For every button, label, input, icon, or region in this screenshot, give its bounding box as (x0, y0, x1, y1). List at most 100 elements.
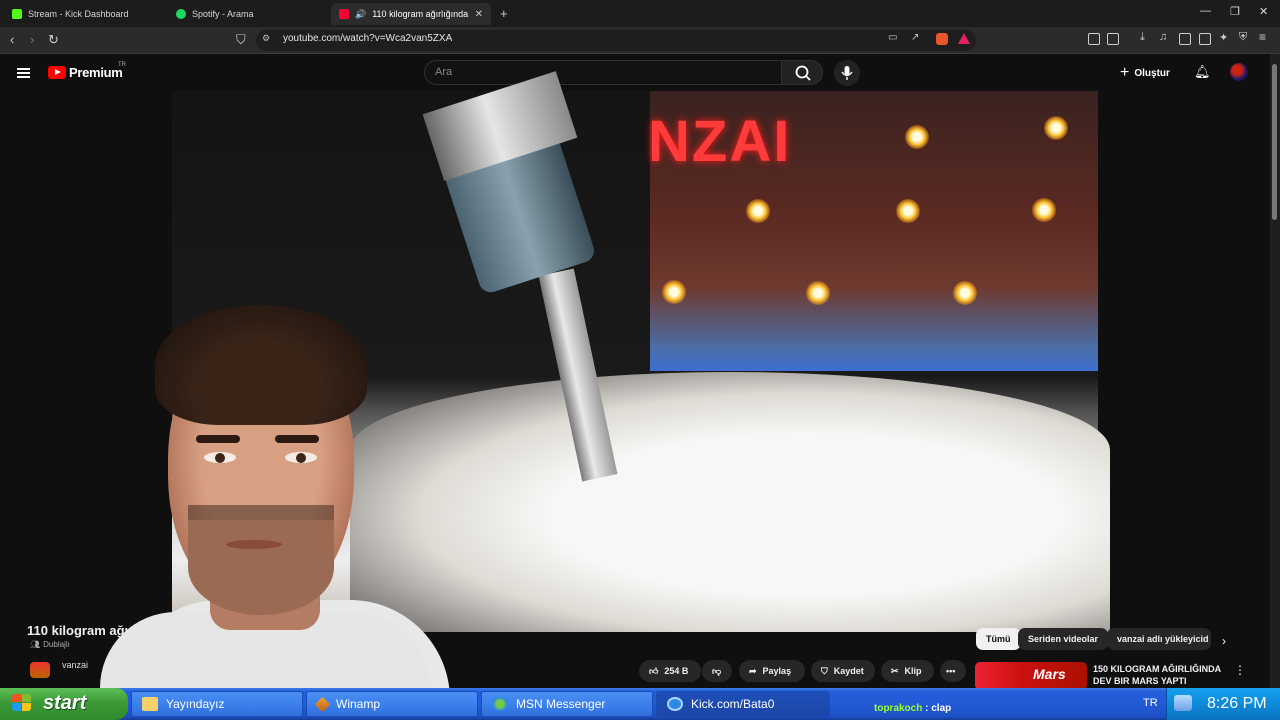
dubbed-label: Dublajlı (43, 640, 70, 649)
media-icon[interactable]: ♫ (1159, 31, 1167, 43)
search-button[interactable] (781, 60, 823, 85)
recommended-thumbnail[interactable]: Mars (975, 662, 1087, 690)
leo-ai-icon[interactable]: ✦ (1219, 31, 1228, 44)
forward-icon[interactable]: › (30, 33, 34, 47)
youtube-logo-icon[interactable] (48, 66, 66, 79)
vpn-icon[interactable]: ⛨ (1239, 31, 1247, 44)
window-close-icon[interactable]: ✕ (1259, 5, 1268, 18)
like-button[interactable]: 👍︎ 254 B (639, 660, 701, 682)
tab-label: Spotify - Arama (192, 9, 254, 19)
url-text[interactable]: youtube.com/watch?v=Wca2van5ZXA (283, 33, 452, 44)
video-light-bulb (806, 281, 830, 305)
search-icon (795, 65, 811, 81)
tab-label: Stream - Kick Dashboard (28, 9, 129, 19)
dislike-button[interactable]: 👎︎ (702, 660, 732, 682)
back-icon[interactable]: ‹ (10, 33, 14, 47)
thumbs-down-icon: 👎︎ (712, 665, 722, 676)
chevron-right-icon[interactable]: › (1222, 634, 1226, 648)
extensions-icon[interactable] (1088, 33, 1100, 45)
wallet-icon[interactable] (1199, 33, 1211, 45)
video-light-bulb (746, 199, 770, 223)
youtube-favicon-icon (339, 9, 349, 19)
search-input[interactable]: Ara (424, 60, 782, 85)
minimize-icon[interactable]: — (1200, 5, 1211, 17)
clock[interactable]: 8:26 PM (1207, 695, 1267, 713)
streamer-brow (275, 435, 319, 443)
streamer-mouth-overlay (226, 540, 282, 549)
scrollbar-thumb[interactable] (1272, 64, 1277, 220)
account-avatar[interactable] (1230, 63, 1248, 81)
tab-kick-dashboard[interactable]: Stream - Kick Dashboard (4, 3, 166, 25)
chat-separator: : (922, 703, 932, 714)
chip-uploader[interactable]: vanzai adlı yükleyicid (1107, 628, 1211, 650)
taskbar-item-label: Kick.com/Bata0 (691, 697, 775, 711)
taskbar-item-label: Winamp (336, 697, 381, 711)
more-actions-button[interactable]: ••• (940, 660, 966, 682)
video-light-bulb (1032, 198, 1056, 222)
video-light-bulb (896, 199, 920, 223)
dubbed-badge: 👥︎ Dublajlı (30, 640, 70, 649)
new-tab-button[interactable]: + (500, 6, 508, 21)
start-label: start (43, 692, 87, 714)
restore-icon[interactable]: ❐ (1230, 5, 1240, 18)
sidebar-icon[interactable] (1179, 33, 1191, 45)
site-settings-icon[interactable]: ⚙ (262, 33, 270, 44)
tab-youtube-video[interactable]: 🔊 110 kilogram ağırlığında dev ✕ (331, 3, 491, 25)
taskbar-item-yayindayiz[interactable]: Yayındayız (131, 691, 303, 717)
plus-icon: + (1120, 64, 1130, 81)
video-light-bulb (905, 125, 929, 149)
video-mixing-bowl (350, 372, 1110, 632)
chip-all[interactable]: Tümü (976, 628, 1021, 650)
guide-menu-icon[interactable] (17, 66, 30, 80)
streamer-chin (188, 520, 334, 615)
recommended-title[interactable]: 150 KILOGRAM AĞIRLIĞINDA DEV BIR MARS YA… (1093, 663, 1223, 687)
video-light-bulb (953, 281, 977, 305)
audio-playing-icon[interactable]: 🔊 (355, 9, 366, 20)
youtube-premium-logo[interactable]: Premium (69, 65, 123, 80)
voice-search-button[interactable] (834, 60, 860, 86)
chip-series[interactable]: Seriden videolar (1018, 628, 1109, 650)
taskbar-item-kick[interactable]: Kick.com/Bata0 (656, 691, 830, 717)
ie-icon (667, 697, 683, 711)
taskbar-item-winamp[interactable]: Winamp (306, 691, 478, 717)
brave-rewards-icon[interactable] (958, 33, 970, 44)
save-button[interactable]: ⛉ Kaydet (811, 660, 875, 682)
notifications-bell-icon[interactable]: 🔔︎ (1194, 64, 1211, 80)
thumbs-up-icon: 👍︎ (649, 665, 659, 676)
folder-icon (142, 697, 158, 711)
brave-shield-icon[interactable] (936, 33, 948, 45)
streamer-brow (196, 435, 240, 443)
region-code: TR (118, 62, 126, 68)
bookmark-icon[interactable]: ⛉ (236, 33, 246, 47)
language-indicator[interactable]: TR (1143, 697, 1158, 709)
spotify-favicon-icon (176, 9, 186, 19)
share-page-icon[interactable]: ↗ (911, 32, 919, 43)
share-button[interactable]: ➦ Paylaş (739, 660, 805, 682)
tab-close-icon[interactable]: ✕ (475, 9, 483, 20)
video-neon-sign: NZAI (648, 109, 792, 174)
clip-button[interactable]: ✂ Klip (881, 660, 934, 682)
downloads-icon[interactable]: ⤓ (1140, 31, 1145, 44)
tab-spotify[interactable]: Spotify - Arama (168, 3, 330, 25)
reload-icon[interactable]: ↻ (48, 33, 59, 47)
recommended-menu-icon[interactable]: ⋮ (1234, 663, 1246, 677)
network-icon[interactable] (1174, 695, 1192, 711)
microphone-icon (841, 66, 853, 80)
create-button[interactable]: + Oluştur (1120, 64, 1170, 82)
share-icon: ➦ (749, 665, 757, 676)
chat-username: toprakoch (874, 703, 923, 714)
channel-avatar[interactable] (30, 662, 50, 678)
save-icon: ⛉ (821, 665, 828, 676)
streamer-eye (204, 452, 236, 463)
like-count: 254 B (664, 666, 689, 676)
chat-overlay: toprakoch : clap (874, 703, 951, 714)
taskbar-item-msn[interactable]: MSN Messenger (481, 691, 653, 717)
create-label: Oluştur (1134, 67, 1170, 79)
msn-icon (492, 697, 508, 711)
tab-search-icon[interactable] (1107, 33, 1119, 45)
channel-name[interactable]: vanzai (62, 660, 88, 670)
cast-icon[interactable]: ▭ (888, 32, 897, 43)
chat-message: clap (931, 703, 952, 714)
menu-icon[interactable]: ≡ (1259, 30, 1266, 44)
streamer-eye (285, 452, 317, 463)
